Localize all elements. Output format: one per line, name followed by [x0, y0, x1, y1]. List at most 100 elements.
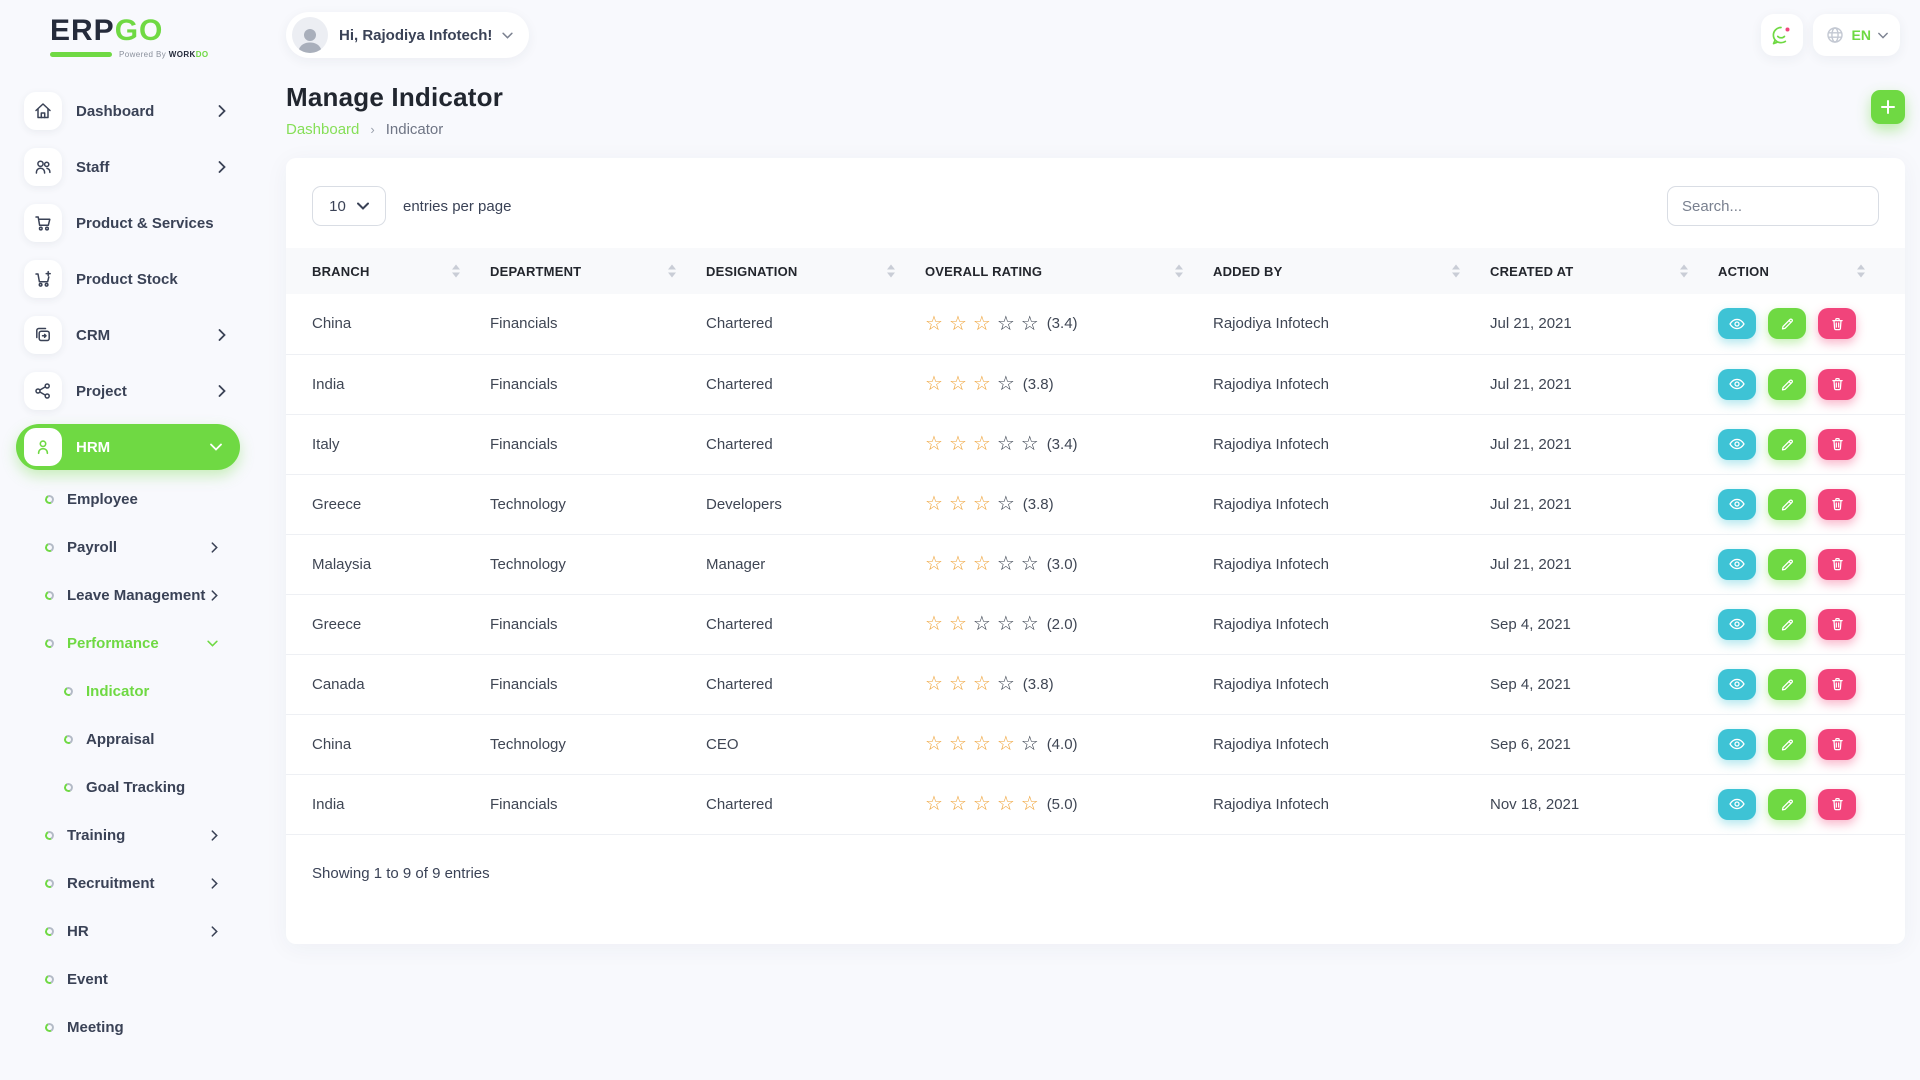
sidebar-item-leave-management[interactable]: Leave Management [0, 571, 260, 619]
chevron-down-icon [502, 32, 513, 39]
delete-button[interactable] [1818, 669, 1856, 700]
view-button[interactable] [1718, 669, 1756, 700]
delete-button[interactable] [1818, 549, 1856, 580]
table-row: Greece Technology Developers ☆☆☆☆(3.8) R… [286, 474, 1905, 534]
delete-button[interactable] [1818, 729, 1856, 760]
rating-cell: ☆☆☆☆☆(3.4) [925, 414, 1213, 474]
view-button[interactable] [1718, 308, 1756, 339]
view-button[interactable] [1718, 369, 1756, 400]
bullet-icon [63, 685, 74, 696]
chevron-right-icon [211, 590, 218, 601]
brand-logo[interactable]: ERPGO Powered By WORKDO [0, 0, 260, 59]
edit-button[interactable] [1768, 789, 1806, 820]
delete-button[interactable] [1818, 609, 1856, 640]
rating-value: (3.8) [1023, 676, 1054, 693]
branch-cell: Malaysia [286, 534, 490, 594]
added-by-cell: Rajodiya Infotech [1213, 654, 1490, 714]
star-icon: ☆ [997, 374, 1015, 394]
sidebar-item-product-stock[interactable]: Product Stock [0, 251, 260, 307]
view-button[interactable] [1718, 729, 1756, 760]
delete-button[interactable] [1818, 789, 1856, 820]
department-cell: Technology [490, 474, 706, 534]
user-menu[interactable]: Hi, Rajodiya Infotech! [286, 12, 529, 58]
sidebar-item-project[interactable]: Project [0, 363, 260, 419]
view-button[interactable] [1718, 489, 1756, 520]
sidebar-item-performance[interactable]: Performance [0, 619, 260, 667]
created-at-cell: Jul 21, 2021 [1490, 534, 1718, 594]
edit-button[interactable] [1768, 489, 1806, 520]
language-selector[interactable]: EN [1813, 14, 1900, 56]
chevron-right-icon [218, 329, 226, 341]
action-cell [1718, 474, 1905, 534]
pencil-icon [1780, 617, 1795, 632]
table-summary: Showing 1 to 9 of 9 entries [286, 835, 1905, 912]
sidebar-item-appraisal[interactable]: Appraisal [0, 715, 260, 763]
sort-icon [668, 265, 676, 278]
edit-button[interactable] [1768, 549, 1806, 580]
added-by-cell: Rajodiya Infotech [1213, 414, 1490, 474]
sidebar-item-training[interactable]: Training [0, 811, 260, 859]
column-header-branch[interactable]: BRANCH [286, 248, 490, 294]
sidebar-item-employee[interactable]: Employee [0, 475, 260, 523]
brand-underline [50, 52, 112, 57]
language-label: EN [1852, 27, 1871, 43]
view-button[interactable] [1718, 609, 1756, 640]
designation-cell: Chartered [706, 354, 925, 414]
view-button[interactable] [1718, 549, 1756, 580]
bullet-icon [44, 589, 55, 600]
sidebar-item-staff[interactable]: Staff [0, 139, 260, 195]
action-cell [1718, 354, 1905, 414]
sidebar-item-hr[interactable]: HR [0, 907, 260, 955]
messenger-button[interactable] [1761, 14, 1803, 56]
column-header-overall-rating[interactable]: OVERALL RATING [925, 248, 1213, 294]
column-header-created-at[interactable]: CREATED AT [1490, 248, 1718, 294]
sidebar-item-meeting[interactable]: Meeting [0, 1003, 260, 1051]
column-header-designation[interactable]: DESIGNATION [706, 248, 925, 294]
sidebar-item-payroll[interactable]: Payroll [0, 523, 260, 571]
column-header-action[interactable]: ACTION [1718, 248, 1905, 294]
sidebar-item-label: HR [67, 923, 89, 940]
delete-button[interactable] [1818, 369, 1856, 400]
edit-button[interactable] [1768, 308, 1806, 339]
sidebar-item-event[interactable]: Event [0, 955, 260, 1003]
sidebar-item-crm[interactable]: CRM [0, 307, 260, 363]
created-at-cell: Sep 4, 2021 [1490, 594, 1718, 654]
bullet-icon [44, 877, 55, 888]
view-button[interactable] [1718, 429, 1756, 460]
branch-cell: China [286, 714, 490, 774]
star-icon: ☆ [925, 434, 943, 454]
entries-per-page-select[interactable]: 10 [312, 186, 386, 226]
sidebar-item-product-services[interactable]: Product & Services [0, 195, 260, 251]
plus-icon [1881, 100, 1895, 114]
sidebar-item-label: Product & Services [76, 215, 214, 232]
sidebar-item-hrm[interactable]: HRM [16, 424, 240, 470]
delete-button[interactable] [1818, 308, 1856, 339]
designation-cell: CEO [706, 714, 925, 774]
edit-button[interactable] [1768, 429, 1806, 460]
entries-per-page-value: 10 [329, 198, 346, 215]
sidebar-item-recruitment[interactable]: Recruitment [0, 859, 260, 907]
edit-button[interactable] [1768, 669, 1806, 700]
action-cell [1718, 714, 1905, 774]
breadcrumb-dashboard-link[interactable]: Dashboard [286, 121, 359, 138]
sidebar-item-dashboard[interactable]: Dashboard [0, 83, 260, 139]
search-input[interactable] [1667, 186, 1879, 226]
created-at-cell: Jul 21, 2021 [1490, 414, 1718, 474]
create-indicator-button[interactable] [1871, 90, 1905, 124]
edit-button[interactable] [1768, 369, 1806, 400]
chevron-right-icon [211, 830, 218, 841]
department-cell: Financials [490, 654, 706, 714]
sidebar-item-indicator[interactable]: Indicator [0, 667, 260, 715]
bullet-icon [44, 925, 55, 936]
delete-button[interactable] [1818, 489, 1856, 520]
sidebar-item-label: Project [76, 383, 127, 400]
column-header-added-by[interactable]: ADDED BY [1213, 248, 1490, 294]
edit-button[interactable] [1768, 609, 1806, 640]
edit-button[interactable] [1768, 729, 1806, 760]
star-icon: ☆ [973, 554, 991, 574]
delete-button[interactable] [1818, 429, 1856, 460]
view-button[interactable] [1718, 789, 1756, 820]
created-at-cell: Jul 21, 2021 [1490, 294, 1718, 354]
column-header-department[interactable]: DEPARTMENT [490, 248, 706, 294]
sidebar-item-goal-tracking[interactable]: Goal Tracking [0, 763, 260, 811]
